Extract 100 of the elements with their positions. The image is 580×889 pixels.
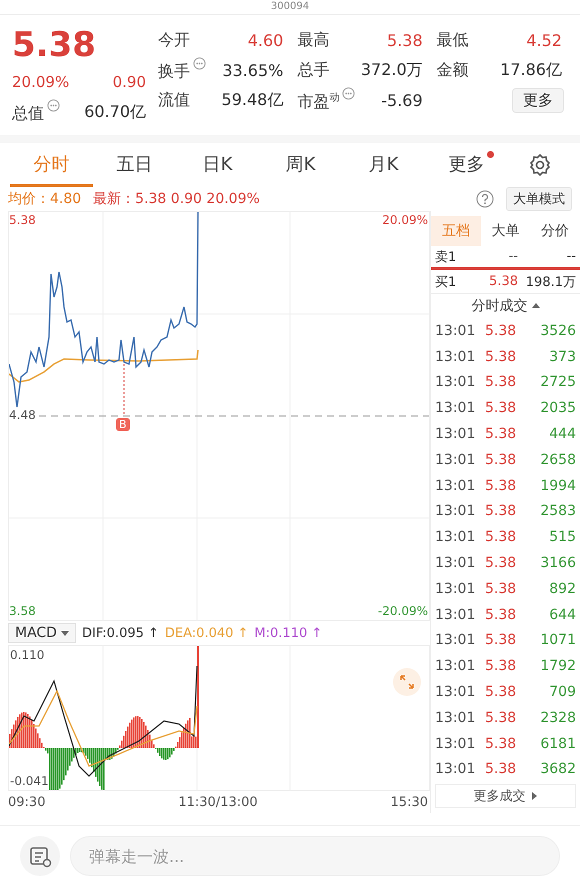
caret-icon [530,792,538,800]
chart-tab[interactable]: 五日 [93,143,176,187]
trade-time: 13:01 [435,658,476,674]
trade-volume: 2328 [539,710,576,726]
chart-tab[interactable]: 周K [259,143,342,187]
trade-time: 13:01 [435,606,476,623]
trade-time: 13:01 [435,503,476,520]
info-icon[interactable] [47,99,60,112]
level-volume: 198.1万 [524,274,576,290]
caret-icon [60,629,69,637]
trade-time: 13:01 [435,684,476,700]
trade-volume: 709 [548,684,576,700]
trade-volume: 1071 [539,632,576,648]
axis-label: -20.09% [378,604,428,618]
stat-value: 60.70亿 [84,102,146,122]
trade-time: 13:01 [435,374,476,390]
trade-time: 13:01 [435,632,476,648]
indicator-dropdown[interactable]: MACD [8,623,76,643]
trade-price: 5.38 [485,503,518,520]
settings-icon[interactable] [528,153,552,177]
axis-label: 4.48 [9,408,36,422]
trade-price: 5.38 [485,400,518,416]
trade-volume: 515 [548,529,576,546]
trade-volume: 2725 [539,374,576,390]
time-label: 11:30/13:00 [178,794,258,810]
trade-time: 13:01 [435,529,476,546]
trade-volume: 2583 [539,503,576,520]
time-label: 09:30 [8,794,46,810]
stat-value: -5.69 [381,90,423,110]
stat-label: 总值 [12,99,60,125]
trade-volume: 3526 [539,322,576,339]
stat-value: 5.38 [387,30,423,50]
trade-price: 5.38 [485,684,518,700]
more-button[interactable]: 更多 [512,88,564,112]
axis-label: 20.09% [382,213,428,227]
trade-price: 5.38 [485,322,518,339]
trade-price: 5.38 [485,426,518,442]
stat-value: 33.65% [222,60,284,80]
level-price: 5.38 [488,274,518,289]
chart-tab[interactable]: 日K [176,143,259,187]
trade-price: 5.38 [485,374,518,390]
latest-price: 最新：5.38 0.90 20.09% [93,190,260,208]
stock-code: 300094 [270,0,310,14]
big-order-mode-button[interactable]: 大单模式 [506,187,572,211]
trade-volume: 2658 [539,452,576,468]
more-trades-button[interactable]: 更多成交 [435,784,576,808]
trade-volume: 2035 [539,400,576,416]
stat-value: 372.0万 [360,60,423,80]
trade-volume: 892 [548,580,576,597]
info-icon[interactable] [342,87,356,100]
axis-label: 0.110 [10,648,44,662]
order-book-tab[interactable]: 分价 [530,216,580,246]
trade-time: 13:01 [435,736,476,752]
stat-label: 今开 [158,30,190,50]
time-label: 15:30 [390,794,428,810]
trade-volume: 6181 [539,736,576,752]
axis-label: -0.041 [10,774,49,788]
stat-label: 最低 [436,30,469,50]
trade-time: 13:01 [435,348,476,365]
trade-price: 5.38 [485,632,518,648]
level-price: -- [508,249,518,264]
trade-price: 5.38 [485,606,518,623]
trade-time: 13:01 [435,478,476,494]
stat-label: 金额 [436,60,469,80]
trade-price: 5.38 [485,452,518,468]
trade-volume: 373 [548,348,576,365]
trade-time: 13:01 [435,580,476,597]
trade-volume: 3682 [539,761,576,778]
trade-volume: 444 [548,426,576,442]
change-percent: 20.09% [12,73,70,91]
danmaku-settings-icon[interactable] [20,836,60,876]
stat-value: 17.86亿 [500,60,562,80]
trade-time: 13:01 [435,761,476,778]
trade-price: 5.38 [485,580,518,597]
stat-label: 流值 [158,90,190,110]
trade-price: 5.38 [485,736,518,752]
chart-tab[interactable]: 月K [342,143,425,187]
stat-label: 总手 [297,60,330,80]
order-book-tab[interactable]: 大单 [480,216,530,246]
level-label: 买1 [435,274,458,290]
trades-title: 分时成交 [431,294,580,318]
axis-label: 5.38 [9,213,36,227]
stat-label: 换手 [158,57,206,83]
trade-price: 5.38 [485,710,518,726]
stat-label: 最高 [297,30,330,50]
comment-input[interactable]: 弹幕走一波... [70,836,560,876]
trade-price: 5.38 [485,478,518,494]
trade-volume: 644 [548,606,576,623]
chart-tab[interactable]: 更多 [425,143,508,187]
axis-label: 3.58 [9,604,36,618]
trade-volume: 1994 [539,478,576,494]
help-icon[interactable] [476,190,494,208]
trade-volume: 1792 [539,658,576,674]
trade-time: 13:01 [435,710,476,726]
trade-price: 5.38 [485,348,518,365]
trade-volume: 3166 [539,555,576,572]
expand-icon[interactable] [393,668,421,696]
level-volume: -- [566,249,576,264]
info-icon[interactable] [193,57,206,70]
m-value: M:0.110 ↑ [254,626,322,640]
